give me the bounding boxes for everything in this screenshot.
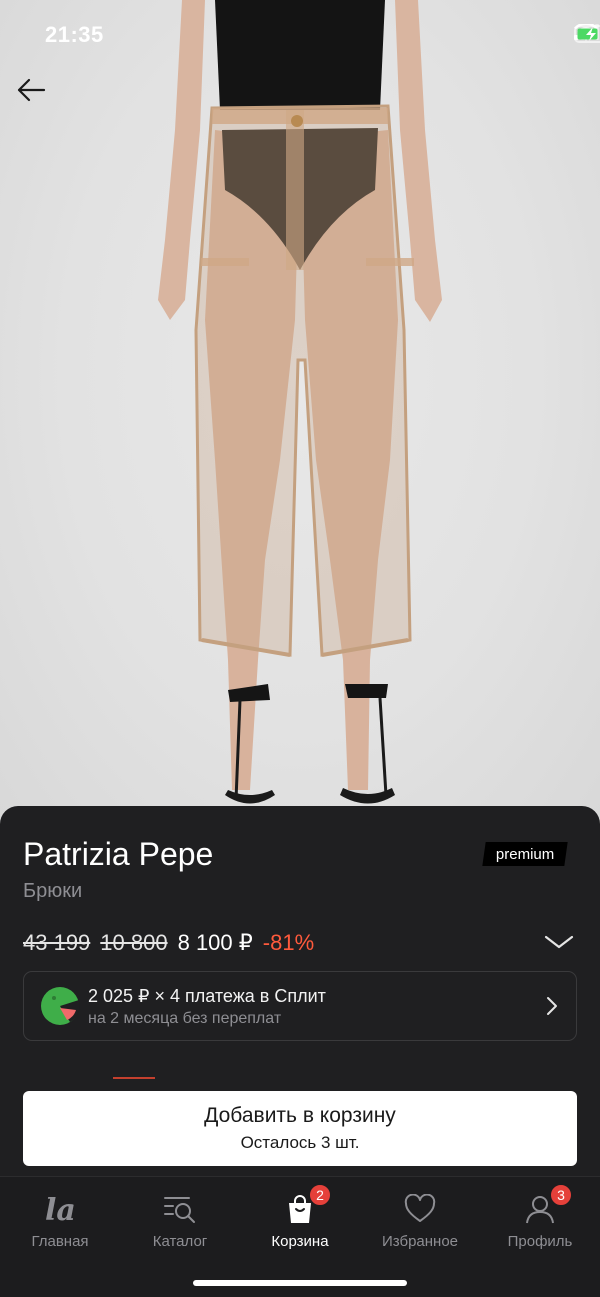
split-subtitle: на 2 месяца без переплат: [88, 1010, 282, 1027]
home-logo-icon: la: [45, 1194, 76, 1224]
chevron-down-icon: [544, 935, 574, 949]
price-row: 43 199 10 800 8 100 ₽ -81%: [23, 930, 314, 956]
battery-charging-icon: [574, 25, 600, 43]
tab-cart[interactable]: 2 Корзина: [240, 1177, 360, 1257]
cart-icon-wrap: 2: [286, 1183, 332, 1229]
home-icon-wrap: la: [43, 1189, 77, 1229]
status-time: 21:35: [45, 22, 104, 47]
price-details-toggle[interactable]: [544, 934, 574, 955]
tab-label: Корзина: [271, 1233, 329, 1250]
catalog-search-icon: [164, 1197, 195, 1223]
split-title: 2 025 ₽ × 4 платежа в Сплит: [88, 986, 326, 1006]
premium-badge: premium: [482, 842, 568, 866]
previous-price: 10 800: [100, 930, 168, 955]
tab-home[interactable]: la Главная: [0, 1177, 120, 1257]
home-indicator: [193, 1280, 407, 1286]
add-to-cart-label: Добавить в корзину: [204, 1104, 396, 1127]
split-watermelon-icon: [41, 987, 80, 1025]
catalog-icon-wrap: [163, 1189, 197, 1229]
tab-label: Главная: [31, 1233, 89, 1250]
discount-percent: -81%: [262, 930, 315, 955]
heart-icon: [404, 1194, 436, 1222]
product-image: [158, 0, 442, 804]
premium-badge-label: premium: [495, 845, 555, 863]
current-price: 8 100 ₽: [177, 930, 253, 955]
product-category: Брюки: [23, 880, 83, 902]
cart-count-badge: 2: [308, 1183, 332, 1207]
original-price: 43 199: [23, 930, 91, 955]
back-button[interactable]: [16, 78, 56, 118]
chevron-right-icon: [547, 997, 557, 1015]
tab-profile[interactable]: 3 Профиль: [480, 1177, 600, 1257]
favorites-icon-wrap: [404, 1189, 436, 1229]
bottom-tab-bar: la Главная Каталог 2 Корзина Избранное 3…: [0, 1176, 600, 1297]
product-photo[interactable]: 21:35: [0, 0, 600, 830]
brand-name[interactable]: Patrizia Pepe: [23, 836, 213, 873]
add-to-cart-button[interactable]: Добавить в корзину Осталось 3 шт.: [23, 1091, 577, 1166]
accent-divider: [113, 1077, 155, 1079]
split-payment-card[interactable]: 2 025 ₽ × 4 платежа в Сплит на 2 месяца …: [23, 971, 577, 1041]
arrow-left-icon: [17, 78, 46, 102]
profile-icon-wrap: 3: [525, 1183, 573, 1229]
stock-remaining: Осталось 3 шт.: [240, 1133, 360, 1152]
tab-catalog[interactable]: Каталог: [120, 1177, 240, 1257]
profile-notification-badge: 3: [549, 1183, 573, 1207]
tab-label: Избранное: [381, 1233, 459, 1250]
tab-label: Профиль: [507, 1233, 573, 1250]
svg-text:la: la: [45, 1194, 76, 1224]
tab-favorites[interactable]: Избранное: [360, 1177, 480, 1257]
tab-label: Каталог: [152, 1233, 208, 1250]
